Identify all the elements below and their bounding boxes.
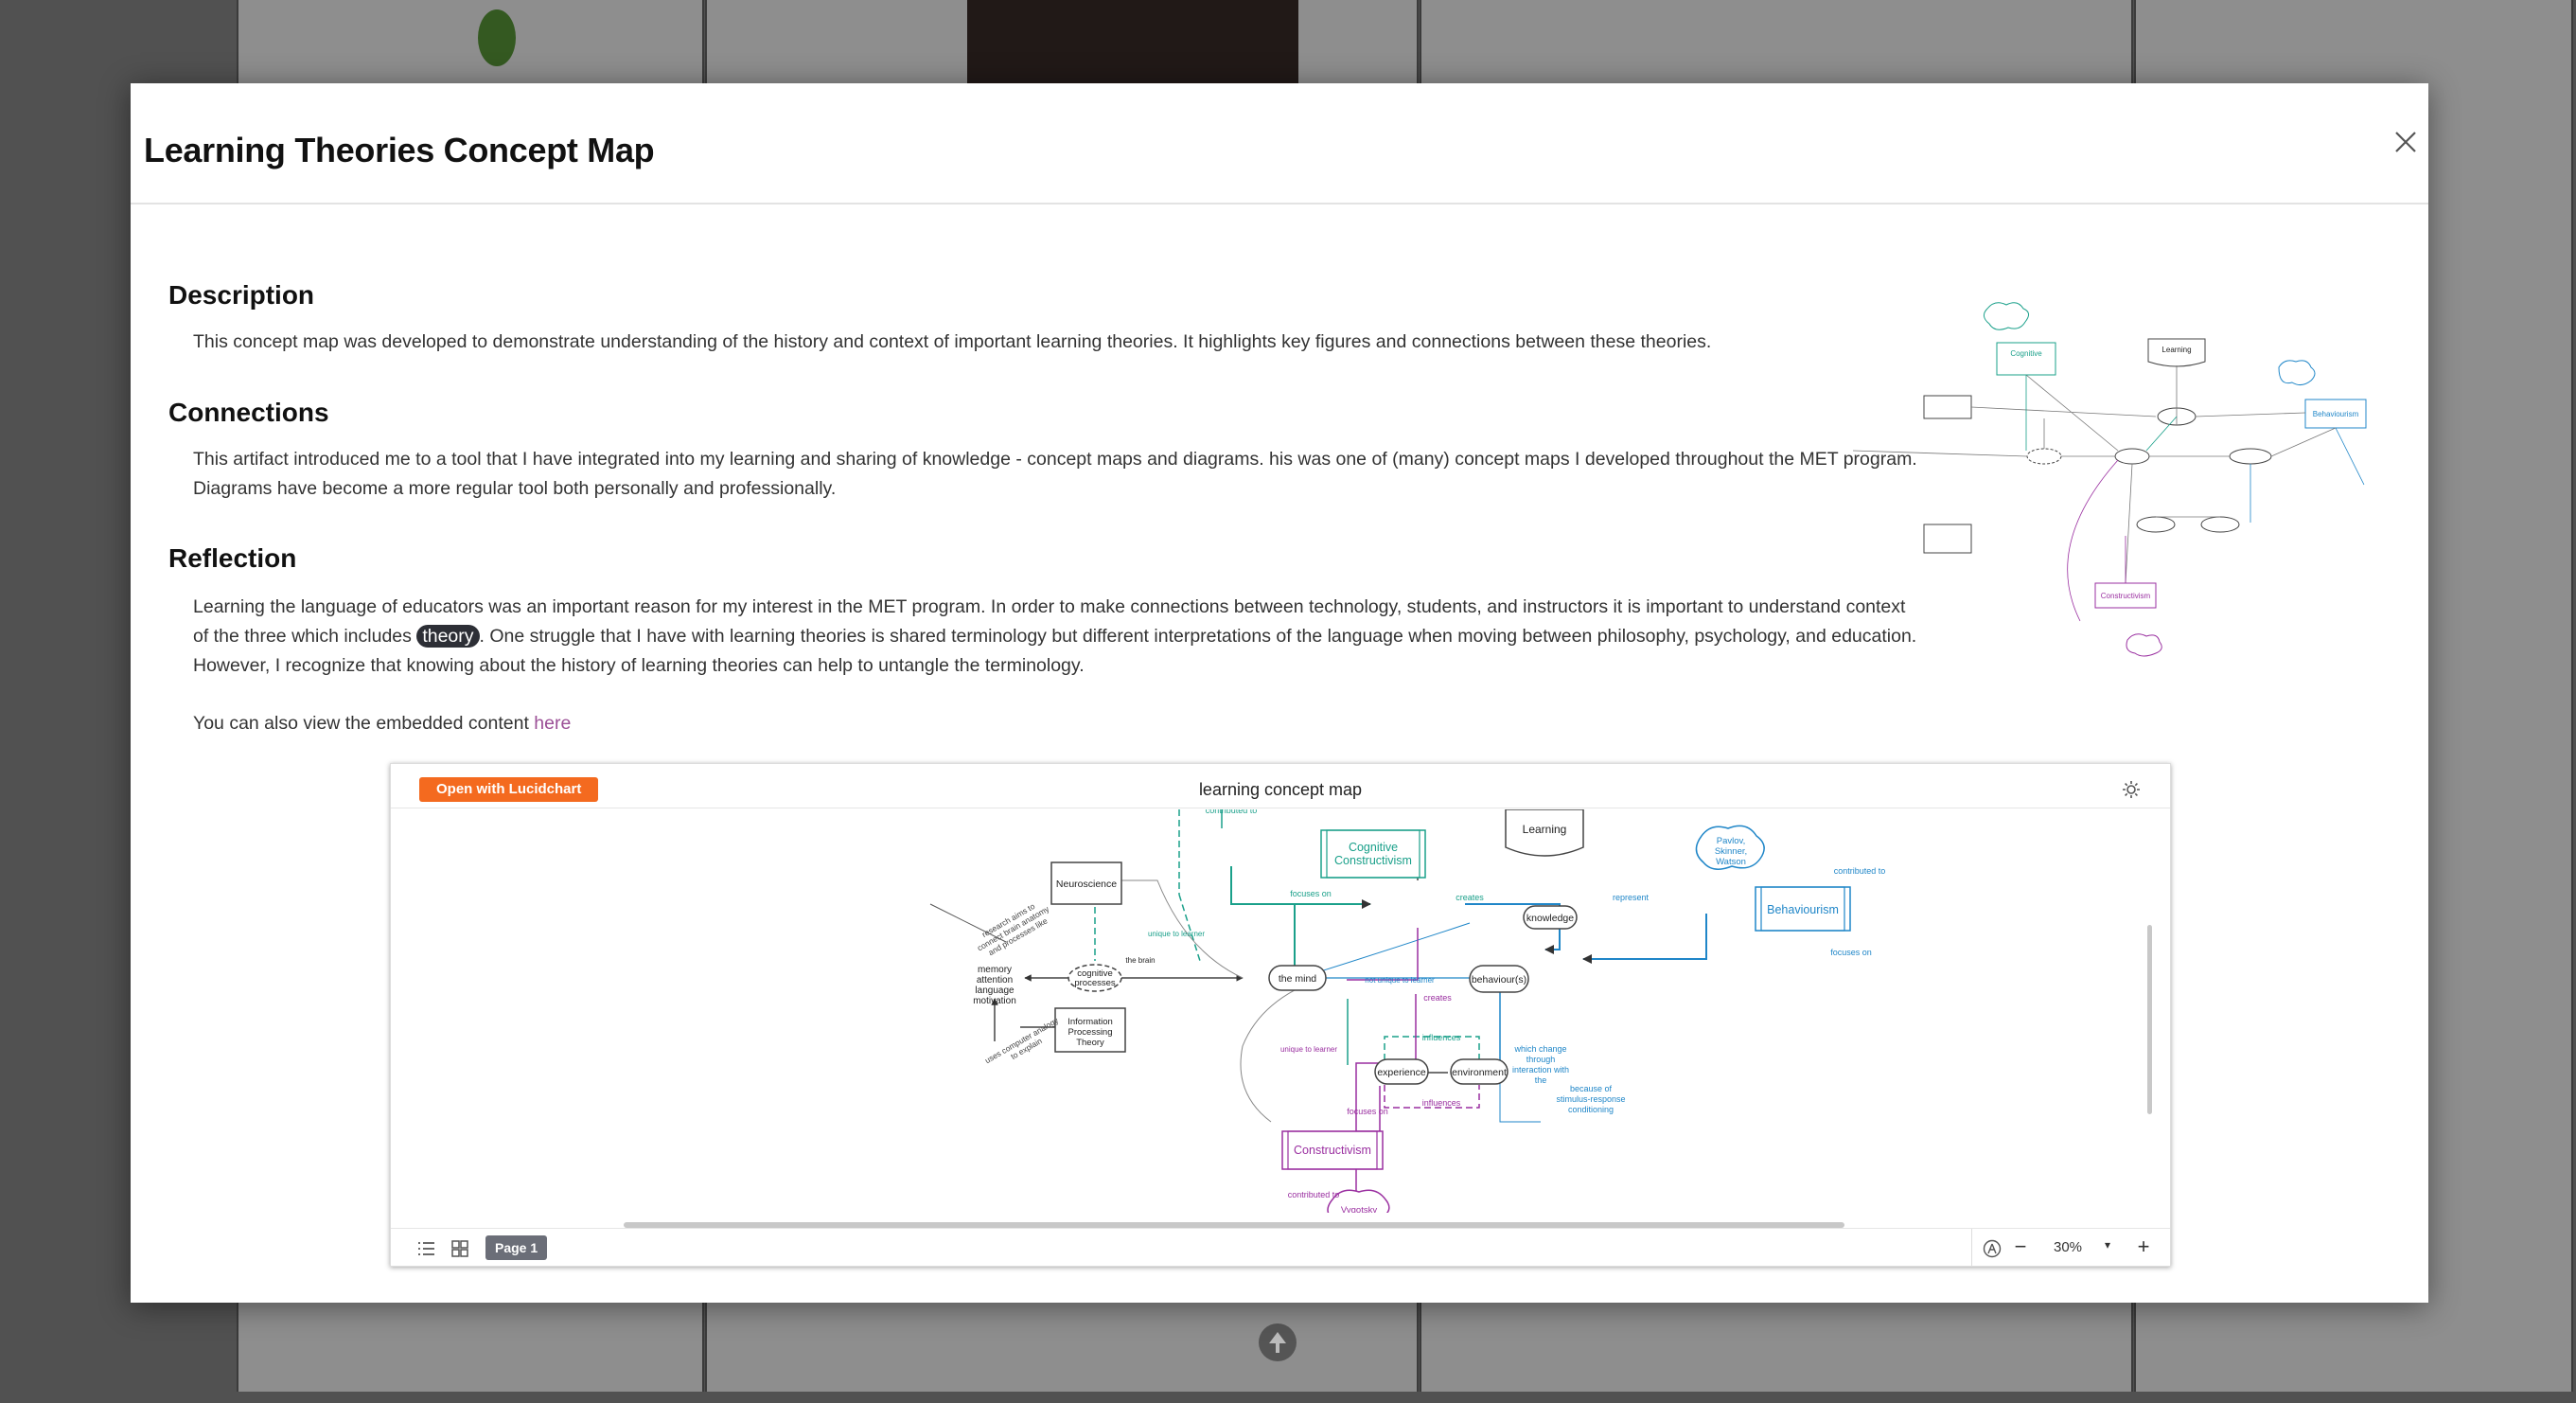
highlighted-word: theory (416, 625, 480, 648)
edge-label: creates (1423, 993, 1452, 1003)
edge-label: contributed to (1206, 809, 1258, 815)
edge-label: influences (1422, 1098, 1461, 1108)
edge-label: stimulus-response (1556, 1094, 1625, 1104)
node-cognitive-processes: processes (1074, 978, 1116, 988)
scroll-to-top-button[interactable] (1259, 1323, 1297, 1361)
node-pavlov: Pavlov, (1717, 836, 1745, 846)
modal-dialog: Learning Theories Concept Map Descriptio… (131, 83, 2428, 1303)
zoom-out-button[interactable]: − (2010, 1236, 2031, 1257)
close-button[interactable] (2389, 125, 2423, 159)
thumb-label: Constructivism (2101, 592, 2151, 600)
edge-label: the brain (1125, 956, 1155, 965)
vertical-scrollbar[interactable] (2147, 925, 2152, 1114)
zoom-level: 30% (2054, 1239, 2083, 1255)
edge-label: focuses on (1290, 889, 1332, 898)
embedded-prefix: You can also view the embedded content (193, 713, 535, 734)
accessibility-icon[interactable] (1982, 1238, 2003, 1259)
node-constructivism: Constructivism (1294, 1144, 1371, 1157)
thumb-label: Learning (2161, 346, 2191, 354)
zoom-in-button[interactable]: + (2133, 1236, 2154, 1257)
edge-label: conditioning (1568, 1105, 1614, 1114)
thumb-label: Behaviourism (2313, 410, 2359, 418)
edge-label: the (1535, 1075, 1547, 1085)
description-heading: Description (168, 280, 315, 310)
embedded-content-link[interactable]: here (534, 713, 571, 734)
edge-label: contributed to (1288, 1190, 1340, 1199)
concept-map-diagram: Cognitive Constructivism Learning Neuros… (929, 809, 1886, 1213)
node-behaviourism: Behaviourism (1767, 903, 1839, 916)
node-memory: language (975, 986, 1015, 996)
edge-label: through (1526, 1055, 1556, 1064)
node-cognitive-constructivism: Cognitive (1349, 841, 1398, 854)
node-pavlov: Watson (1716, 857, 1746, 867)
node-neuroscience: Neuroscience (1056, 879, 1117, 890)
edge-label: contributed to (1834, 866, 1886, 876)
modal-title: Learning Theories Concept Map (144, 131, 655, 169)
node-pavlov: Skinner, (1715, 846, 1747, 857)
lucidchart-embed: Open with Lucidchart learning concept ma… (390, 763, 2171, 1267)
edge-label: creates (1456, 893, 1484, 902)
embed-title: learning concept map (1198, 780, 1363, 799)
gear-icon[interactable] (2121, 779, 2142, 800)
embed-bottom-bar: Page 1 − 30% ▾ + (391, 1228, 2170, 1267)
node-info-processing: Processing (1068, 1027, 1113, 1038)
modal-header: Learning Theories Concept Map (131, 83, 2428, 204)
node-cognitive-constructivism: Constructivism (1334, 854, 1412, 867)
zoom-dropdown-caret[interactable]: ▾ (2105, 1238, 2110, 1252)
edge-label: represent (1613, 893, 1650, 902)
edge-label: focuses on (1347, 1107, 1388, 1116)
concept-map-thumbnail[interactable]: Cognitive Learning Behaviourism Construc… (1834, 299, 2487, 744)
description-text: This concept map was developed to demons… (193, 331, 1712, 352)
node-vygotsky: Vygotsky (1341, 1205, 1377, 1213)
node-the-mind: the mind (1279, 973, 1316, 985)
diagram-canvas[interactable]: Cognitive Constructivism Learning Neuros… (400, 809, 2161, 1213)
node-environment: environment (1452, 1067, 1507, 1078)
page-tab[interactable]: Page 1 (485, 1235, 548, 1260)
embed-toolbar: Open with Lucidchart learning concept ma… (391, 764, 2170, 808)
node-experience: experience (1377, 1067, 1426, 1078)
thumb-label: Cognitive (2010, 349, 2042, 358)
edge-label: which change (1513, 1044, 1566, 1054)
node-learning: Learning (1523, 823, 1567, 836)
connections-heading: Connections (168, 398, 329, 427)
zoom-controls: − 30% ▾ + (1971, 1229, 2171, 1267)
edge-label: focuses on (1830, 948, 1872, 957)
edge-label: influences (1422, 1033, 1461, 1042)
connections-text: This artifact introduced me to a tool th… (193, 449, 1917, 499)
node-knowledge: knowledge (1526, 913, 1574, 924)
node-info-processing: Information (1067, 1017, 1113, 1027)
edge-label: not unique to learner (1365, 976, 1435, 985)
node-memory: motivation (973, 996, 1016, 1006)
reflection-heading: Reflection (168, 543, 297, 573)
node-memory: attention (977, 975, 1013, 986)
grid-view-icon[interactable] (450, 1238, 470, 1259)
node-info-processing: Theory (1076, 1038, 1104, 1048)
embedded-content-line: You can also view the embedded content h… (193, 709, 1925, 738)
reflection-text: Learning the language of educators was a… (193, 593, 1925, 681)
edge-label: interaction with (1512, 1065, 1569, 1074)
node-memory: memory (978, 965, 1012, 975)
list-view-icon[interactable] (415, 1238, 436, 1259)
node-behaviours: behaviour(s) (1472, 974, 1526, 986)
close-icon (2395, 132, 2416, 152)
edge-label: because of (1570, 1084, 1613, 1093)
edge-label: unique to learner (1148, 930, 1205, 938)
edge-label: unique to learner (1280, 1045, 1337, 1054)
